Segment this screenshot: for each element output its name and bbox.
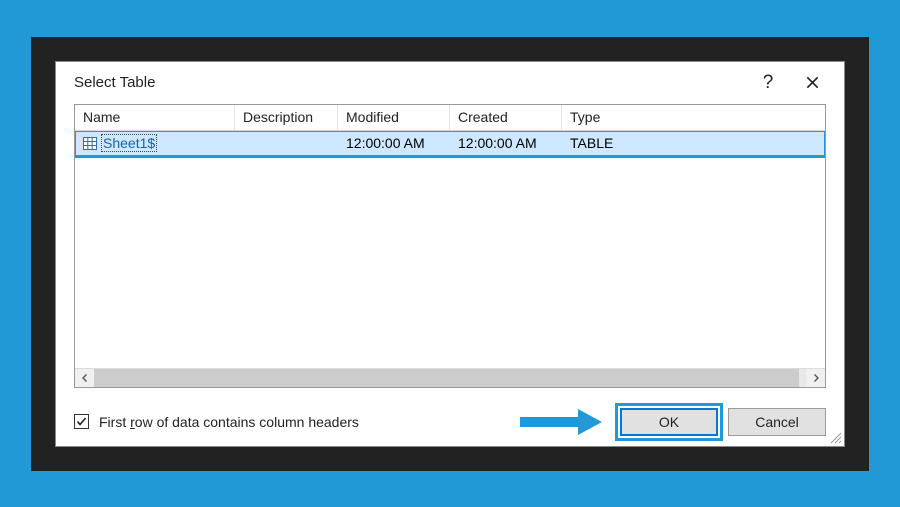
cancel-button[interactable]: Cancel <box>728 408 826 436</box>
title-bar: Select Table ? <box>56 62 844 104</box>
close-button[interactable] <box>790 67 834 99</box>
horizontal-scrollbar[interactable] <box>75 368 825 387</box>
dialog-title: Select Table <box>74 74 746 91</box>
col-header-name[interactable]: Name <box>75 105 235 130</box>
cell-modified: 12:00:00 AM <box>338 135 450 151</box>
col-header-type[interactable]: Type <box>562 105 615 130</box>
ok-button[interactable]: OK <box>620 408 718 436</box>
first-row-headers-checkbox[interactable] <box>74 414 89 429</box>
select-table-dialog: Select Table ? Name Description Modified… <box>55 61 845 447</box>
col-header-modified[interactable]: Modified <box>338 105 450 130</box>
first-row-headers-label[interactable]: First row of data contains column header… <box>99 414 359 430</box>
scroll-track[interactable] <box>94 369 806 387</box>
row-name-text: Sheet1$ <box>101 134 157 152</box>
cell-created: 12:00:00 AM <box>450 135 562 151</box>
arrow-annotation <box>518 407 604 437</box>
scroll-left-button[interactable] <box>75 368 94 387</box>
chevron-left-icon <box>81 374 89 382</box>
dialog-body: Name Description Modified Created Type <box>56 104 844 398</box>
close-icon <box>806 76 819 89</box>
sheet-icon <box>83 137 97 150</box>
column-header-row[interactable]: Name Description Modified Created Type <box>75 105 825 131</box>
scroll-right-button[interactable] <box>806 368 825 387</box>
check-icon <box>76 416 87 427</box>
screenshot-frame: Select Table ? Name Description Modified… <box>31 37 869 471</box>
scroll-thumb[interactable] <box>94 369 799 387</box>
bottom-bar: First row of data contains column header… <box>56 398 844 446</box>
col-header-description[interactable]: Description <box>235 105 338 130</box>
help-button[interactable]: ? <box>746 67 790 99</box>
rows-area[interactable]: Sheet1$ 12:00:00 AM 12:00:00 AM TABLE <box>75 131 825 368</box>
cell-name: Sheet1$ <box>75 134 235 152</box>
help-icon: ? <box>763 72 774 94</box>
table-row[interactable]: Sheet1$ 12:00:00 AM 12:00:00 AM TABLE <box>75 131 825 156</box>
cell-type: TABLE <box>562 135 615 151</box>
table-listview[interactable]: Name Description Modified Created Type <box>74 104 826 388</box>
chevron-right-icon <box>812 374 820 382</box>
col-header-created[interactable]: Created <box>450 105 562 130</box>
